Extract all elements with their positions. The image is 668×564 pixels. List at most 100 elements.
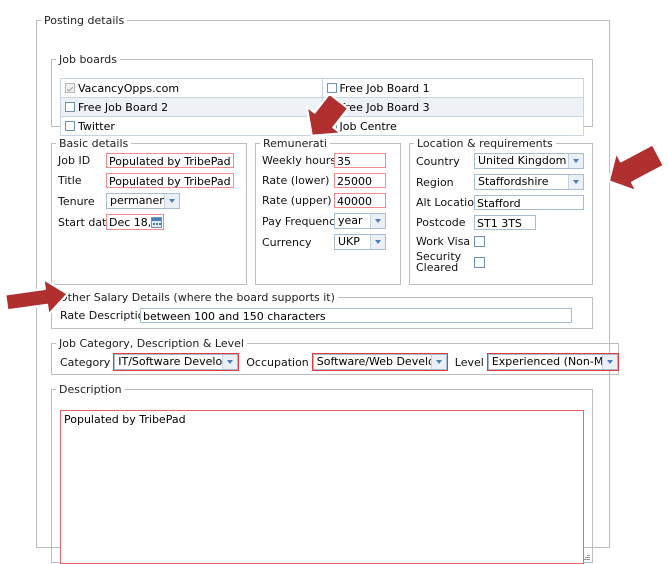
- category-select-value: IT/Software Development: [118, 355, 223, 368]
- level-select[interactable]: Experienced (Non-Manage: [486, 353, 619, 371]
- field-row-job-id: Job ID Populated by TribePad: [58, 153, 246, 168]
- job-board-cell-free-job-board-1[interactable]: Free Job Board 1: [321, 78, 584, 98]
- field-row-region: Region Staffordshire: [416, 174, 592, 190]
- field-row-rate-lower: Rate (lower) 25000: [262, 173, 400, 188]
- chevron-down-icon: [222, 355, 238, 369]
- job-board-cell-free-job-board-3[interactable]: Free Job Board 3: [321, 97, 584, 117]
- currency-label: Currency: [262, 235, 312, 249]
- job-category-legend: Job Category, Description & Level: [59, 337, 244, 350]
- remuneration-fieldset: Remunerati Weekly hours 35 Rate (lower) …: [255, 137, 401, 285]
- job-board-cell-job-centre[interactable]: Job Centre: [321, 116, 584, 136]
- location-requirements-fieldset: Location & requirements Country United K…: [409, 137, 593, 285]
- job-boards-legend: Job boards: [59, 53, 117, 66]
- rate-description-input[interactable]: between 100 and 150 characters: [140, 308, 572, 323]
- field-row-rate-upper: Rate (upper) 40000: [262, 193, 400, 208]
- table-row: VacancyOpps.com Free Job Board 1: [60, 78, 584, 98]
- field-row-tenure: Tenure permanent: [58, 193, 246, 209]
- level-select-value: Experienced (Non-Manage: [491, 355, 602, 368]
- field-row-security-cleared: Security Cleared: [416, 251, 592, 273]
- country-select-value: United Kingdom: [478, 154, 567, 167]
- rate-upper-input[interactable]: 40000: [334, 193, 386, 208]
- work-visa-label: Work Visa: [416, 235, 471, 248]
- chevron-down-icon: [568, 175, 583, 189]
- title-input[interactable]: Populated by TribePad: [106, 173, 234, 188]
- checkbox-security-cleared[interactable]: [474, 257, 485, 268]
- field-row-postcode: Postcode ST1 3TS: [416, 215, 592, 230]
- chevron-down-icon: [370, 214, 385, 228]
- checkbox-vacancyopps[interactable]: [65, 82, 75, 93]
- arrow-pointing-to-rate-description: [2, 276, 74, 320]
- category-label: Category: [60, 355, 111, 369]
- region-select-value: Staffordshire: [478, 175, 549, 188]
- weekly-hours-input[interactable]: 35: [334, 153, 386, 168]
- arrow-pointing-to-remuneration: [296, 96, 358, 146]
- chevron-down-icon: [430, 355, 446, 369]
- rate-lower-input[interactable]: 25000: [334, 173, 386, 188]
- posting-details-legend: Posting details: [44, 14, 125, 27]
- alt-location-label: Alt Location: [416, 196, 481, 209]
- occupation-select-value: Software/Web Developmer: [316, 355, 431, 368]
- chevron-down-icon: [601, 355, 617, 369]
- textarea-resize-handle[interactable]: [583, 553, 590, 560]
- job-category-fieldset: Job Category, Description & Level Catego…: [51, 337, 619, 375]
- field-row-start-date: Start date Dec 18, 2: [58, 214, 246, 230]
- start-date-input[interactable]: Dec 18, 2: [106, 214, 164, 230]
- job-id-label: Job ID: [58, 154, 91, 167]
- rate-lower-label: Rate (lower): [262, 174, 330, 187]
- currency-select-value: UKP: [338, 235, 360, 248]
- category-select[interactable]: IT/Software Development: [113, 353, 240, 371]
- job-board-label: Free Job Board 1: [339, 81, 430, 95]
- checkbox-twitter[interactable]: [65, 120, 75, 131]
- job-board-label: VacancyOpps.com: [78, 81, 180, 95]
- field-row-weekly-hours: Weekly hours 35: [262, 153, 400, 168]
- security-cleared-label: Security Cleared: [416, 251, 474, 273]
- posting-details-fieldset: Posting details Job boards VacancyOpps.c…: [36, 14, 619, 564]
- pay-frequency-select[interactable]: year: [334, 213, 386, 229]
- occupation-select[interactable]: Software/Web Developmer: [311, 353, 448, 371]
- chevron-down-icon: [370, 235, 385, 249]
- field-row-currency: Currency UKP: [262, 234, 400, 250]
- checkbox-free-job-board-2[interactable]: [65, 101, 75, 112]
- job-board-cell-vacancyopps[interactable]: VacancyOpps.com: [60, 78, 323, 98]
- basic-details-fieldset: Basic details Job ID Populated by TribeP…: [51, 137, 247, 285]
- field-row-country: Country United Kingdom: [416, 153, 592, 169]
- description-legend: Description: [59, 383, 122, 396]
- other-salary-details-legend: Other Salary Details (where the board su…: [59, 291, 335, 304]
- alt-location-input[interactable]: Stafford: [474, 195, 584, 210]
- tenure-select-value: permanent: [110, 194, 164, 207]
- postcode-label: Postcode: [416, 216, 466, 229]
- chevron-down-icon: [568, 154, 583, 168]
- field-row-alt-location: Alt Location Stafford: [416, 195, 592, 210]
- job-board-label: Free Job Board 2: [78, 100, 169, 114]
- field-row-title: Title Populated by TribePad: [58, 173, 246, 188]
- checkbox-work-visa[interactable]: [474, 236, 485, 247]
- job-board-cell-free-job-board-2[interactable]: Free Job Board 2: [60, 97, 323, 117]
- job-board-cell-twitter[interactable]: Twitter: [60, 116, 323, 136]
- job-id-input[interactable]: Populated by TribePad: [106, 153, 234, 168]
- other-salary-details-fieldset: Other Salary Details (where the board su…: [51, 291, 593, 329]
- field-row-pay-frequency: Pay Frequency year: [262, 213, 400, 229]
- arrow-pointing-to-region: [602, 140, 666, 198]
- pay-frequency-label: Pay Frequency: [262, 214, 342, 228]
- description-textarea[interactable]: Populated by TribePad: [60, 410, 584, 564]
- title-label: Title: [58, 174, 82, 187]
- job-board-label: Twitter: [78, 119, 115, 133]
- region-select[interactable]: Staffordshire: [474, 174, 584, 190]
- location-requirements-legend: Location & requirements: [417, 137, 553, 150]
- chevron-down-icon: [164, 194, 179, 208]
- field-row-category: Category IT/Software Development Occupat…: [60, 353, 619, 371]
- occupation-label: Occupation: [246, 355, 309, 369]
- tenure-select[interactable]: permanent: [106, 193, 180, 209]
- calendar-icon[interactable]: [151, 216, 162, 228]
- postcode-input[interactable]: ST1 3TS: [474, 215, 536, 230]
- level-label: Level: [454, 355, 484, 369]
- start-date-value: Dec 18, 2: [109, 215, 150, 229]
- field-row-work-visa: Work Visa: [416, 235, 592, 248]
- currency-select[interactable]: UKP: [334, 234, 386, 250]
- basic-details-legend: Basic details: [59, 137, 129, 150]
- rate-upper-label: Rate (upper): [262, 194, 332, 207]
- country-select[interactable]: United Kingdom: [474, 153, 584, 169]
- checkbox-free-job-board-1[interactable]: [326, 82, 337, 93]
- start-date-label: Start date: [58, 215, 114, 229]
- tenure-label: Tenure: [58, 194, 95, 208]
